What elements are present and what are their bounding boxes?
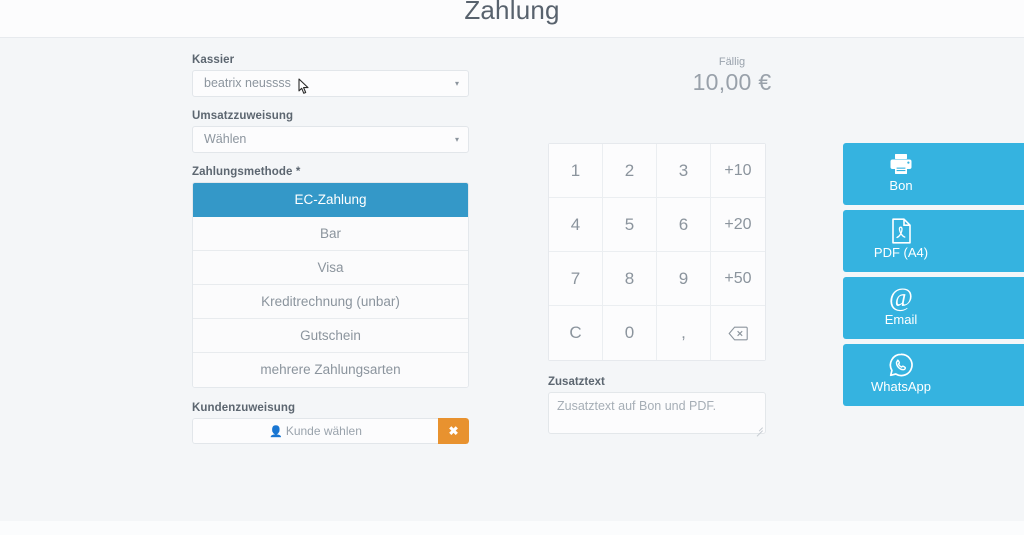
key-5[interactable]: 5 — [603, 198, 657, 252]
payment-method-option-kreditrechnung[interactable]: Kreditrechnung (unbar) — [193, 285, 468, 319]
chevron-down-icon: ▾ — [454, 135, 459, 144]
payment-method-option-mehrere-zahlungsarten[interactable]: mehrere Zahlungsarten — [193, 353, 468, 387]
cashier-select[interactable]: beatrix neussss ▾ — [192, 70, 469, 97]
print-receipt-button[interactable]: Bon — [843, 143, 1024, 205]
at-icon: @ — [889, 283, 913, 312]
choose-customer-button[interactable]: 👤 Kunde wählen — [192, 418, 438, 444]
user-icon: 👤 — [269, 426, 283, 438]
due-label: Fällig — [718, 56, 746, 68]
payment-method-option-gutschein[interactable]: Gutschein — [193, 319, 468, 353]
revenue-assignment-select[interactable]: Wählen ▾ — [192, 126, 469, 153]
key-9[interactable]: 9 — [657, 252, 711, 306]
key-0[interactable]: 0 — [603, 306, 657, 360]
extra-text-label: Zusatztext — [548, 376, 605, 388]
customer-assignment-row: 👤 Kunde wählen ✖ — [192, 418, 469, 444]
pdf-a4-button[interactable]: PDF (A4) — [843, 210, 1024, 272]
numeric-keypad: 1 2 3 +10 4 5 6 +20 7 8 9 +50 C 0 , — [548, 143, 766, 361]
close-icon: ✖ — [448, 424, 459, 438]
extra-text-input[interactable]: Zusatztext auf Bon und PDF. — [548, 392, 766, 437]
email-label: Email — [884, 312, 918, 327]
payment-screen: Zahlung Fällig 10,00 € Kassier beatrix n… — [0, 0, 1024, 535]
pdf-a4-label: PDF (A4) — [873, 245, 929, 260]
resize-handle-icon[interactable] — [754, 423, 763, 437]
revenue-assignment-label: Umsatzzuweisung — [192, 110, 294, 122]
key-6[interactable]: 6 — [657, 198, 711, 252]
payment-method-label: Zahlungsmethode * — [192, 166, 301, 178]
customer-assignment-label: Kundenzuweisung — [192, 402, 296, 414]
payment-method-option-visa[interactable]: Visa — [193, 251, 468, 285]
extra-text-section: Zusatztext Zusatztext auf Bon und PDF. — [548, 376, 766, 437]
key-plus-10[interactable]: +10 — [711, 144, 765, 198]
revenue-assignment-select-value: Wählen — [204, 132, 247, 146]
due-amount-value: 10,00 € — [692, 69, 772, 95]
key-comma[interactable]: , — [657, 306, 711, 360]
clear-customer-button[interactable]: ✖ — [438, 418, 469, 444]
payment-method-option-bar[interactable]: Bar — [193, 217, 468, 251]
action-button-group: Bon PDF (A4) @ Email WhatsApp — [843, 143, 1024, 411]
backspace-icon — [728, 326, 748, 341]
key-3[interactable]: 3 — [657, 144, 711, 198]
key-backspace[interactable] — [711, 306, 765, 360]
whatsapp-icon — [843, 352, 959, 378]
key-clear[interactable]: C — [549, 306, 603, 360]
chevron-down-icon: ▾ — [454, 79, 459, 88]
whatsapp-button[interactable]: WhatsApp — [843, 344, 1024, 406]
email-button[interactable]: @ Email — [843, 277, 1024, 339]
pdf-file-icon — [843, 218, 959, 244]
key-7[interactable]: 7 — [549, 252, 603, 306]
key-8[interactable]: 8 — [603, 252, 657, 306]
key-plus-50[interactable]: +50 — [711, 252, 765, 306]
cashier-select-value: beatrix neussss — [204, 76, 291, 90]
key-plus-20[interactable]: +20 — [711, 198, 765, 252]
choose-customer-label: Kunde wählen — [285, 424, 362, 438]
page-header: Zahlung — [0, 0, 1024, 38]
due-amount-block: Fällig 10,00 € — [672, 55, 792, 96]
bottom-strip — [0, 521, 1024, 535]
payment-method-list: EC-Zahlung Bar Visa Kreditrechnung (unba… — [192, 182, 469, 388]
key-2[interactable]: 2 — [603, 144, 657, 198]
key-4[interactable]: 4 — [549, 198, 603, 252]
page-title: Zahlung — [464, 0, 560, 25]
extra-text-placeholder: Zusatztext auf Bon und PDF. — [557, 399, 717, 413]
whatsapp-label: WhatsApp — [871, 379, 931, 394]
key-1[interactable]: 1 — [549, 144, 603, 198]
cashier-label: Kassier — [192, 54, 235, 66]
printer-icon — [843, 151, 959, 177]
payment-form: Kassier beatrix neussss ▾ Umsatzzuweisun… — [192, 54, 469, 444]
print-receipt-label: Bon — [889, 178, 913, 193]
payment-method-option-ec-zahlung[interactable]: EC-Zahlung — [193, 183, 468, 217]
